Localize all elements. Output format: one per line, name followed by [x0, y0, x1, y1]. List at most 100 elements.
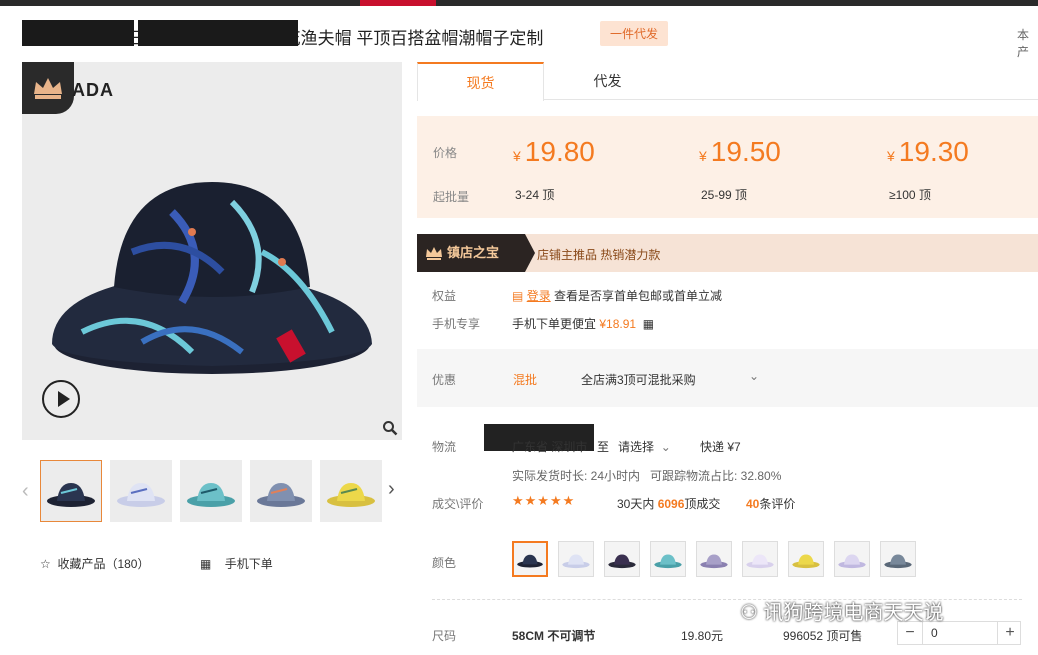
destination-select[interactable]: 请选择 ⌄ — [618, 438, 671, 455]
color-option[interactable] — [558, 541, 594, 577]
play-video-button[interactable] — [42, 380, 80, 418]
color-option[interactable] — [788, 541, 824, 577]
favorite-button[interactable]: ☆ 收藏产品（180） — [40, 555, 149, 572]
size-stock: 996052 顶可售 — [783, 629, 863, 643]
zoom-icon[interactable] — [382, 420, 398, 436]
swatch-hat-image — [654, 554, 682, 569]
destination-select-text: 请选择 — [618, 440, 655, 454]
qr-code-icon: ▦ — [200, 557, 212, 571]
discount-row: 优惠 混批 全店满3顶可混批采购 ⌄ — [417, 349, 1038, 407]
express-fee: 快递 ¥7 — [700, 440, 741, 454]
increment-button[interactable]: + — [998, 622, 1022, 644]
coupon-icon: ▤ — [512, 289, 524, 303]
ship-from: 广东省 深圳市 — [512, 440, 588, 454]
thumb-hat-image — [327, 483, 375, 507]
rating-stars: ★★★★★ — [512, 493, 576, 508]
redaction-block — [22, 20, 134, 46]
benefits-label: 权益 — [432, 289, 457, 303]
track-ratio: 可跟踪物流占比: 32.80% — [650, 469, 782, 483]
main-product-image[interactable]: ADA — [22, 62, 402, 440]
favorite-label: 收藏产品（180） — [57, 557, 150, 571]
treasure-text: 店铺主推品 热销潜力款 — [537, 248, 661, 262]
price-value: 19.80 — [524, 136, 595, 167]
dropship-tag: 一件代发 — [600, 21, 669, 46]
qr-code-icon[interactable]: ▦ — [639, 317, 654, 331]
qty-label: 起批量 — [433, 190, 470, 204]
size-value: 58CM 不可调节 — [512, 629, 596, 643]
color-option[interactable] — [512, 541, 548, 577]
thumbnail[interactable] — [250, 460, 312, 522]
thumb-next-icon[interactable]: › — [388, 478, 395, 501]
swatch-hat-image — [884, 554, 912, 569]
store-treasure-banner: 镇店之宝 店铺主推品 热销潜力款 — [417, 234, 1038, 272]
thumb-hat-image — [257, 483, 305, 507]
watermark-text: 讯狗跨境电商天天说 — [763, 602, 944, 624]
deals-suffix: 顶成交 — [684, 497, 721, 511]
qty-tier-3: ≥100 顶 — [889, 188, 931, 202]
mobile-exclusive-row: 手机下单更便宜 ¥18.91 ▦ — [512, 315, 654, 332]
chevron-down-icon: ⌄ — [660, 440, 671, 454]
color-label: 颜色 — [432, 556, 457, 570]
mobile-order-label: 手机下单 — [224, 557, 273, 571]
thumbnail[interactable] — [180, 460, 242, 522]
size-price: 19.80元 — [681, 629, 724, 643]
reviews-label: 成交\评价 — [432, 497, 484, 511]
qty-tier-1: 3-24 顶 — [515, 188, 555, 202]
color-option[interactable] — [650, 541, 686, 577]
qty-tier-2: 25-99 顶 — [701, 188, 748, 202]
size-label: 尺码 — [432, 629, 457, 643]
ship-time: 实际发货时长: 24小时内 — [512, 469, 641, 483]
swatch-hat-image — [792, 554, 820, 569]
thumb-hat-image — [117, 483, 165, 507]
tab-dropship[interactable]: 代发 — [544, 62, 671, 100]
reviews-link[interactable]: 40条评价 — [746, 495, 795, 512]
color-option[interactable] — [880, 541, 916, 577]
thumbnail[interactable] — [110, 460, 172, 522]
price-tier-1: ¥19.80 — [513, 136, 595, 168]
currency-symbol: ¥ — [887, 148, 895, 164]
star-outline-icon: ☆ — [40, 557, 51, 571]
thumbnail-strip: ‹ › — [22, 460, 404, 524]
price-tier-2: ¥19.50 — [699, 136, 781, 168]
swatch-hat-image — [608, 554, 636, 569]
currency-symbol: ¥ — [699, 148, 707, 164]
color-option[interactable] — [742, 541, 778, 577]
thumbnail[interactable] — [320, 460, 382, 522]
thumb-prev-icon[interactable]: ‹ — [22, 480, 29, 503]
bucket-hat-image — [52, 182, 372, 374]
price-box: 价格 起批量 ¥19.80 3-24 顶 ¥19.50 25-99 顶 ¥19.… — [417, 116, 1038, 218]
quantity-input[interactable]: 0 — [922, 622, 998, 644]
benefits-row: ▤ 登录 查看是否享首单包邮或首单立减 — [512, 287, 722, 304]
decrement-button[interactable]: − — [898, 622, 922, 644]
mobile-exclusive-text: 手机下单更便宜 — [512, 317, 597, 331]
discount-label: 优惠 — [432, 373, 457, 387]
treasure-badge: 镇店之宝 — [417, 234, 535, 272]
mobile-order-button[interactable]: ▦ 手机下单 — [200, 555, 273, 572]
wechat-icon: ⚇ — [740, 602, 758, 624]
price-tier-3: ¥19.30 — [887, 136, 969, 168]
color-option[interactable] — [696, 541, 732, 577]
swatch-hat-image — [562, 554, 590, 569]
price-value: 19.50 — [710, 136, 781, 167]
tab-in-stock[interactable]: 现货 — [417, 62, 544, 101]
deals-row[interactable]: 30天内 6096顶成交 — [617, 495, 720, 512]
mobile-price: ¥18.91 — [599, 317, 637, 331]
color-option[interactable] — [834, 541, 870, 577]
watermark: ⚇ 讯狗跨境电商天天说 — [740, 596, 944, 625]
thumbnail[interactable] — [40, 460, 102, 522]
benefits-text: 查看是否享首单包邮或首单立减 — [554, 289, 723, 303]
swatch-hat-image — [700, 554, 728, 569]
color-option[interactable] — [604, 541, 640, 577]
top-bar-accent — [360, 0, 436, 6]
review-count: 40 — [746, 497, 760, 511]
discount-text: 全店满3顶可混批采购 — [581, 373, 696, 387]
login-link[interactable]: 登录 — [527, 289, 551, 303]
thumb-hat-image — [47, 483, 95, 507]
crown-icon — [426, 247, 442, 260]
chevron-down-icon[interactable]: ⌄ — [749, 369, 759, 383]
review-suffix: 条评价 — [759, 497, 796, 511]
deals-prefix: 30天内 — [617, 497, 655, 511]
mobile-exclusive-label: 手机专享 — [432, 317, 481, 331]
swatch-hat-image — [746, 554, 774, 569]
logistics-label: 物流 — [432, 440, 457, 454]
